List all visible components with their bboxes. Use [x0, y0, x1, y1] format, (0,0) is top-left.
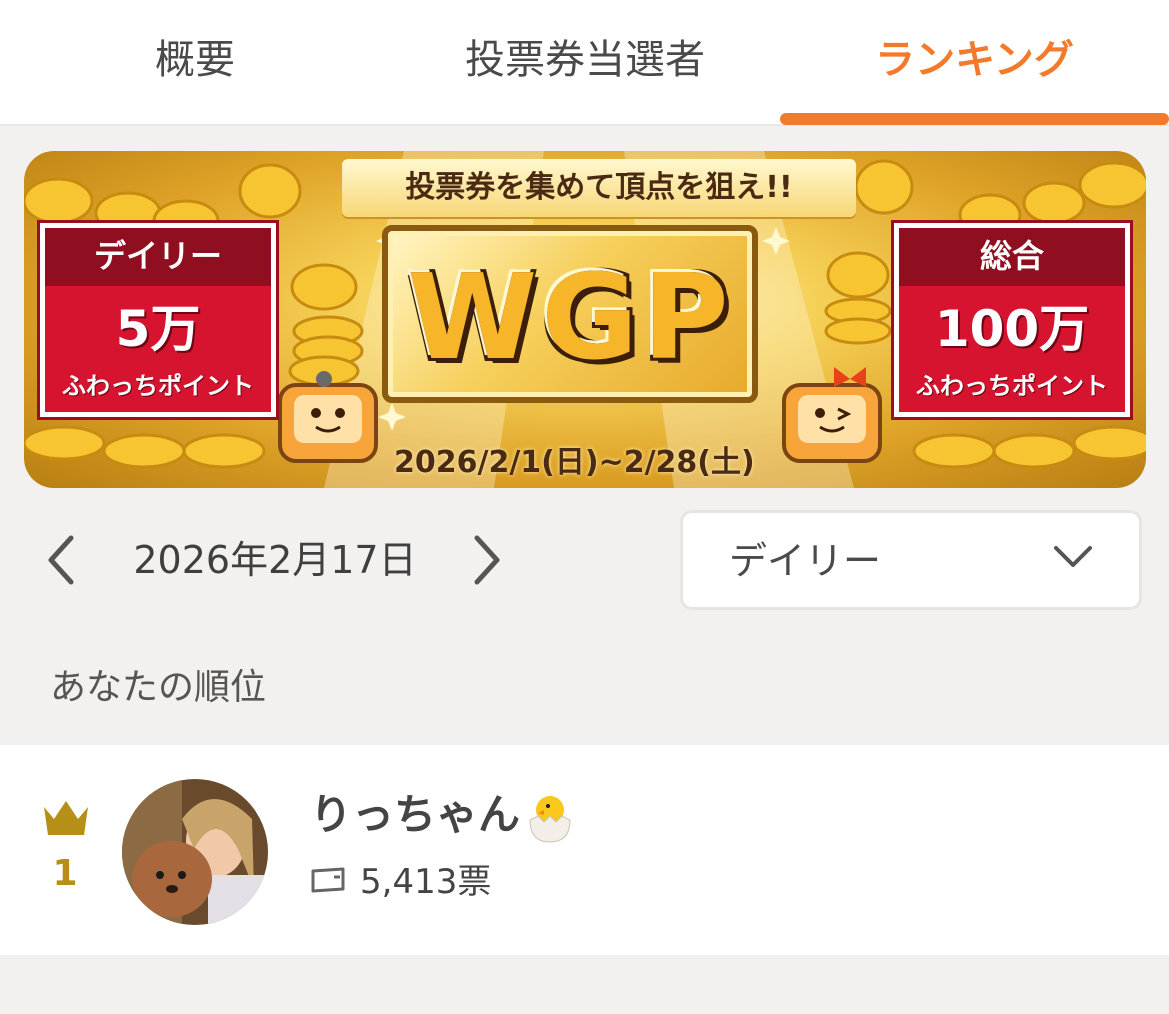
banner-ribbon: 投票券を集めて頂点を狙え!! [342, 159, 856, 217]
chevron-left-icon [48, 535, 74, 585]
tab-overview[interactable]: 概要 [0, 30, 390, 90]
daily-prize-amount: 5万 [115, 300, 201, 358]
username-text: りっちゃん [310, 790, 521, 839]
overall-prize-label: 総合 [899, 228, 1125, 286]
event-banner[interactable]: 投票券を集めて頂点を狙え!! デイリー 5万 ふわっちポイント WGP 総合 1… [24, 151, 1146, 488]
event-period: 2026/2/1(日)~2/28(土) [394, 445, 755, 480]
overall-prize-unit: ふわっちポイント [916, 372, 1108, 400]
tab-bar: 概要 投票券当選者 ランキング [0, 0, 1169, 126]
active-tab-indicator [780, 113, 1169, 125]
chevron-down-icon [1054, 546, 1092, 567]
ticket-icon [311, 867, 345, 893]
overall-prize-amount: 100万 [934, 300, 1090, 358]
overall-prize-box: 総合 100万 ふわっちポイント [891, 220, 1133, 420]
username: りっちゃん [310, 787, 576, 843]
selected-date: 2026年2月17日 [133, 538, 417, 582]
your-rank-row[interactable]: 1 りっちゃん 5,413票 [0, 745, 1169, 955]
tab-ticket-winners[interactable]: 投票券当選者 [390, 30, 780, 90]
daily-prize-box: デイリー 5万 ふわっちポイント [37, 220, 279, 420]
avatar[interactable] [122, 779, 268, 925]
hatching-chick-icon [529, 795, 571, 843]
tab-ranking[interactable]: ランキング [780, 30, 1169, 90]
your-rank-heading: あなたの順位 [50, 667, 267, 708]
vote-count: 5,413票 [360, 862, 492, 902]
chevron-right-icon [474, 535, 500, 585]
daily-prize-unit: ふわっちポイント [62, 372, 254, 400]
daily-prize-label: デイリー [45, 228, 271, 286]
rank-number: 1 [52, 853, 78, 894]
crown-icon [44, 801, 88, 835]
wgp-logo: WGP [407, 248, 733, 386]
previous-day-button[interactable] [40, 530, 80, 590]
next-day-button[interactable] [468, 530, 508, 590]
mascot-left-icon [278, 371, 378, 463]
period-select-value: デイリー [729, 539, 882, 583]
period-select[interactable]: デイリー [680, 510, 1142, 610]
